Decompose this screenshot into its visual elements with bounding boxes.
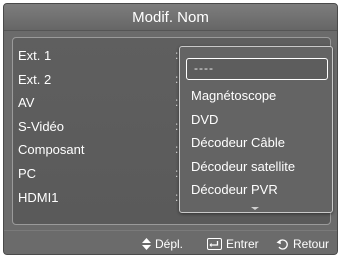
dropdown-option-decodeur-pvr[interactable]: Décodeur PVR — [191, 178, 295, 202]
separator: : — [175, 189, 179, 204]
source-item-av[interactable]: AV: — [18, 91, 178, 115]
source-label: HDMI1 — [18, 189, 59, 205]
source-item-pc[interactable]: PC: — [18, 162, 178, 186]
footer-bar: Dépl. Entrer Retour — [4, 230, 337, 254]
source-list: Ext. 1: Ext. 2: AV: S-Vidéo: Composant: … — [18, 44, 178, 209]
osd-window: Modif. Nom Ext. 1: Ext. 2: AV: S-Vidéo: … — [3, 3, 338, 255]
dropdown-options: Magnétoscope DVD Décodeur Câble Décodeur… — [191, 84, 295, 202]
source-label: Ext. 2 — [18, 71, 52, 87]
source-label: S-Vidéo — [18, 118, 65, 134]
separator: : — [175, 95, 179, 110]
source-item-svideo[interactable]: S-Vidéo: — [18, 115, 178, 139]
up-down-arrows-icon — [142, 238, 151, 250]
footer-return-label: Retour — [293, 237, 330, 251]
source-label: AV — [18, 95, 35, 111]
separator: : — [175, 118, 179, 133]
footer-enter: Entrer — [207, 231, 259, 254]
footer-move: Dépl. — [142, 231, 184, 254]
footer-move-label: Dépl. — [155, 237, 184, 251]
source-label: Ext. 1 — [18, 48, 52, 63]
window-title: Modif. Nom — [4, 4, 337, 31]
source-item-ext2[interactable]: Ext. 2: — [18, 68, 178, 92]
dropdown-selected-field[interactable]: ---- — [186, 58, 328, 80]
separator: : — [175, 165, 179, 180]
name-dropdown[interactable]: ---- Magnétoscope DVD Décodeur Câble Déc… — [179, 46, 333, 213]
enter-icon — [207, 238, 222, 250]
footer-return: Retour — [276, 231, 330, 254]
source-label: Composant — [18, 142, 85, 158]
separator: : — [175, 71, 179, 86]
dropdown-option-decodeur-cable[interactable]: Décodeur Câble — [191, 131, 295, 155]
source-label: PC — [18, 165, 37, 181]
dropdown-option-magnetoscope[interactable]: Magnétoscope — [191, 84, 295, 108]
separator: : — [175, 142, 179, 157]
scroll-down-arrow-icon[interactable] — [251, 207, 259, 210]
dropdown-option-decodeur-satellite[interactable]: Décodeur satellite — [191, 155, 295, 179]
footer-enter-label: Entrer — [226, 237, 259, 251]
separator: : — [175, 48, 179, 62]
dropdown-option-dvd[interactable]: DVD — [191, 108, 295, 132]
source-item-hdmi1[interactable]: HDMI1: — [18, 186, 178, 210]
source-item-composant[interactable]: Composant: — [18, 138, 178, 162]
source-item-ext1[interactable]: Ext. 1: — [18, 44, 178, 68]
return-icon — [276, 239, 288, 250]
